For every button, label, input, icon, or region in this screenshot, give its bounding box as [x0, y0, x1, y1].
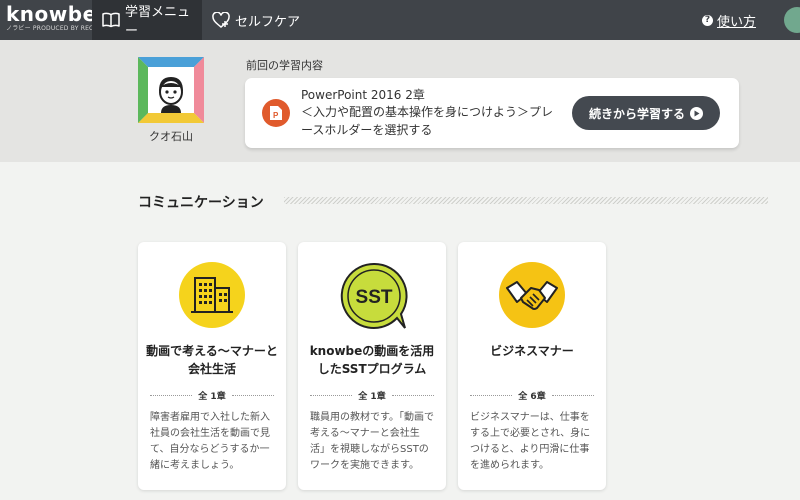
course-title: ビジネスマナー [490, 344, 574, 358]
course-description: ビジネスマナーは、仕事をする上で必要とされ、身につけると、より円滑に仕事を進めら… [470, 412, 591, 471]
course-title: knowbeの動画を活用したSSTプログラム [309, 344, 435, 376]
powerpoint-icon: P [262, 99, 290, 127]
nav-study-menu[interactable]: 学習メニュー [92, 0, 202, 40]
chapter-count: 全 1章 [150, 388, 274, 402]
play-icon [690, 106, 703, 120]
nav-self-care[interactable]: セルフケア [212, 0, 312, 40]
account-avatar[interactable] [784, 7, 800, 33]
resume-card[interactable]: P PowerPoint 2016 2章 ＜入力や配置の基本操作を身につけよう＞… [245, 78, 739, 148]
resume-button-label: 続きから学習する [588, 106, 685, 121]
section-divider [284, 197, 768, 204]
svg-text:SST: SST [356, 287, 393, 308]
course-card[interactable]: SST knowbeの動画を活用したSSTプログラム 全 1章 職員用の教材です… [298, 242, 446, 490]
book-icon [102, 11, 120, 29]
course-description: 職員用の教材です。「動画で考える～マナーと会社生活」を視聴しながらSSTのワーク… [310, 412, 434, 471]
logo-text: knowbe [6, 2, 97, 26]
svg-text:P: P [273, 111, 279, 120]
course-card[interactable]: ビジネスマナー 全 6章 ビジネスマナーは、仕事をする上で必要とされ、身につける… [458, 242, 606, 490]
handshake-icon [499, 262, 565, 328]
question-icon: ? [701, 14, 713, 26]
course-description: 障害者雇用で入社した新入社員の会社生活を動画で見て、自分ならどうするか一緒に考え… [150, 412, 270, 471]
previous-lesson-label: 前回の学習内容 [246, 59, 323, 72]
chapter-count-label: 全 1章 [358, 391, 386, 402]
nav-study-label: 学習メニュー [125, 5, 191, 39]
chapter-count-label: 全 6章 [518, 391, 546, 402]
resume-learning-button[interactable]: 続きから学習する [572, 96, 720, 130]
chapter-count: 全 6章 [470, 388, 594, 402]
course-card[interactable]: 動画で考える～マナーと会社生活 全 1章 障害者雇用で入社した新入社員の会社生活… [138, 242, 286, 490]
building-icon [179, 262, 245, 328]
top-navigation-bar: knowbe ノラビー PRODUCED BY RECRUIT 学習メニュー セ… [0, 0, 800, 40]
nav-self-care-label: セルフケア [235, 14, 301, 30]
chapter-count-label: 全 1章 [198, 391, 226, 402]
user-name: クオ石山 [149, 130, 193, 143]
resume-lesson-title: ＜入力や配置の基本操作を身につけよう＞プレースホルダーを選択する [301, 105, 554, 137]
chapter-count: 全 1章 [310, 388, 434, 402]
help-label: 使い方 [716, 14, 756, 30]
course-title: 動画で考える～マナーと会社生活 [146, 344, 278, 376]
person-face-icon[interactable] [138, 57, 204, 123]
heart-plus-icon [212, 11, 230, 29]
knowbe-logo[interactable]: knowbe ノラビー PRODUCED BY RECRUIT [6, 2, 109, 36]
sst-speech-bubble-icon: SST [339, 262, 408, 329]
section-title: コミュニケーション [138, 195, 264, 211]
help-link[interactable]: ? 使い方 [701, 0, 756, 40]
logo-subtext: ノラビー PRODUCED BY RECRUIT [6, 25, 109, 32]
resume-course-title: PowerPoint 2016 2章 [301, 88, 425, 102]
